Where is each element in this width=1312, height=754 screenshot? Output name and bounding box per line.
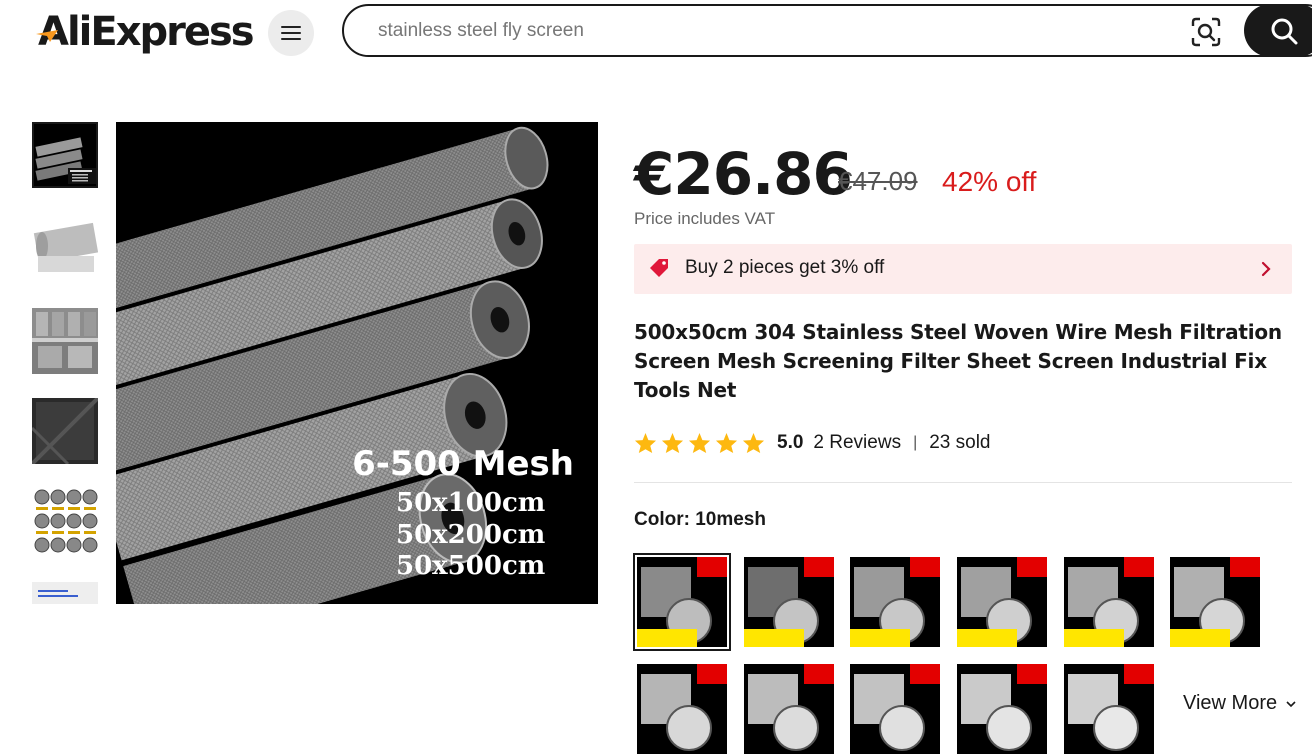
color-option-10mesh[interactable]	[633, 553, 731, 651]
product-title: 500x50cm 304 Stainless Steel Woven Wire …	[634, 320, 1282, 402]
thumbnail-image	[34, 124, 96, 186]
color-option-6mesh[interactable]	[744, 557, 834, 647]
star-icon	[715, 432, 738, 454]
color-option-16mesh[interactable]	[957, 557, 1047, 647]
main-caption-size-1: 50x100cm	[396, 488, 546, 518]
swatch-tag	[910, 664, 940, 684]
color-option-40mesh[interactable]	[637, 664, 727, 754]
star-icon	[634, 432, 657, 454]
color-option-14mesh[interactable]	[850, 557, 940, 647]
star-icon	[661, 432, 684, 454]
swatch-hole-label	[637, 629, 697, 647]
swatch-tag	[910, 557, 940, 577]
sold-count: 23 sold	[929, 432, 991, 453]
menu-button[interactable]	[268, 10, 314, 56]
swatch-tag	[697, 664, 727, 684]
swatch-tag	[804, 664, 834, 684]
thumbnail-5[interactable]	[32, 488, 98, 554]
rating-row: 5.0 2 Reviews | 23 sold	[634, 430, 991, 456]
swatch-hole-label	[850, 629, 910, 647]
thumbnail-image	[32, 212, 98, 278]
thumbnail-image	[32, 582, 98, 604]
thumbnail-4[interactable]	[32, 398, 98, 464]
swatch-hole-label	[744, 629, 804, 647]
aliexpress-logo[interactable]: AliExpress	[36, 9, 255, 55]
swatch-tag	[1124, 664, 1154, 684]
swatch-tag	[1230, 557, 1260, 577]
image-search-button[interactable]	[1190, 16, 1222, 48]
thumbnail-image	[32, 398, 98, 464]
color-option-80mesh[interactable]	[850, 664, 940, 754]
divider	[634, 482, 1292, 483]
thumbnail-6[interactable]	[32, 582, 98, 604]
main-caption-size-3: 50x500cm	[396, 551, 546, 581]
discount-badge: 42% off	[942, 166, 1037, 197]
color-option-20mesh[interactable]	[1064, 557, 1154, 647]
search-icon	[1271, 18, 1298, 44]
search-button[interactable]	[1244, 4, 1312, 57]
camera-search-icon	[1191, 17, 1221, 47]
thumbnail-image	[32, 488, 98, 554]
chevron-right-icon	[1261, 261, 1271, 277]
swatch-hole-label	[1170, 629, 1230, 647]
star-icon	[742, 432, 765, 454]
color-option-100mesh[interactable]	[957, 664, 1047, 754]
swatch-tag	[804, 557, 834, 577]
chevron-down-icon	[1286, 701, 1296, 708]
swatch-tag	[1017, 664, 1047, 684]
star-rating	[634, 432, 765, 454]
hamburger-icon	[281, 26, 301, 40]
thumbnail-2[interactable]	[32, 212, 98, 278]
promo-banner[interactable]: Buy 2 pieces get 3% off	[634, 244, 1292, 294]
rating-value: 5.0	[777, 432, 804, 453]
color-option-60mesh[interactable]	[744, 664, 834, 754]
search-bar	[342, 4, 1312, 57]
coupon-tag-icon	[650, 259, 668, 277]
color-label: Color: 10mesh	[634, 509, 766, 530]
swatch-tag	[1124, 557, 1154, 577]
vat-note: Price includes VAT	[634, 209, 776, 228]
thumbnail-3[interactable]	[32, 308, 98, 374]
thumbnail-1[interactable]	[32, 122, 98, 188]
thumbnail-image	[32, 308, 98, 374]
main-caption-size-2: 50x200cm	[396, 520, 546, 550]
promo-text: Buy 2 pieces get 3% off	[685, 257, 885, 278]
color-option-120mesh[interactable]	[1064, 664, 1154, 754]
swatch-hole-label	[957, 629, 1017, 647]
view-more-button[interactable]: View More	[1183, 692, 1297, 715]
view-more-label: View More	[1183, 692, 1278, 714]
logo-star-icon	[36, 30, 58, 42]
swatch-tag	[1017, 557, 1047, 577]
swatch-tag	[697, 557, 727, 577]
star-icon	[688, 432, 711, 454]
main-product-image[interactable]: 6-500 Mesh 50x100cm 50x200cm 50x500cm	[116, 122, 598, 604]
header: AliExpress	[0, 0, 1312, 62]
search-input[interactable]	[378, 18, 1138, 44]
original-price: €47.09	[838, 166, 918, 196]
swatch-hole-label	[1064, 629, 1124, 647]
rating-separator: |	[913, 434, 918, 451]
color-option-30mesh[interactable]	[1170, 557, 1260, 647]
main-caption-title: 6-500 Mesh	[352, 444, 574, 484]
logo-text: AliExpress	[38, 9, 255, 55]
reviews-link[interactable]: 2 Reviews	[813, 432, 901, 454]
current-price: €26.86	[634, 140, 853, 208]
